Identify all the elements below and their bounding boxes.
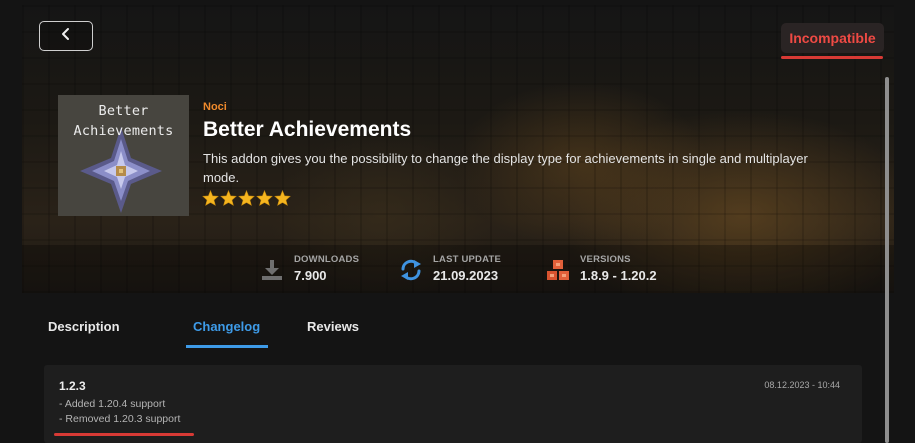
stat-downloads: DOWNLOADS 7.900 xyxy=(260,254,359,283)
changelog-date: 08.12.2023 - 10:44 xyxy=(764,380,840,390)
addon-details-panel: Incompatible Better Achievements Noci Be… xyxy=(22,5,894,443)
last-update-label: LAST UPDATE xyxy=(433,254,501,265)
scrollbar[interactable] xyxy=(885,77,889,443)
download-icon xyxy=(260,258,284,282)
addon-description: This addon gives you the possibility to … xyxy=(203,151,808,185)
addon-thumbnail: Better Achievements xyxy=(58,95,189,216)
changelog-entry: 1.2.3 08.12.2023 - 10:44 - Added 1.20.4 … xyxy=(44,365,862,443)
star-icon xyxy=(238,190,255,206)
star-icon xyxy=(256,190,273,206)
tab-reviews[interactable]: Reviews xyxy=(307,319,359,334)
downloads-label: DOWNLOADS xyxy=(294,254,360,265)
tab-description[interactable]: Description xyxy=(48,319,120,334)
rating-stars xyxy=(202,190,291,206)
versions-value: 1.8.9 - 1.20.2 xyxy=(580,268,657,283)
change-highlight-underline xyxy=(54,433,194,436)
refresh-icon xyxy=(399,258,423,282)
status-badge: Incompatible xyxy=(781,23,884,53)
star-icon xyxy=(220,190,237,206)
chevron-left-icon xyxy=(60,27,72,46)
stat-last-update: LAST UPDATE 21.09.2023 xyxy=(399,254,501,283)
thumbnail-title-line-1: Better xyxy=(98,103,149,119)
blocks-icon xyxy=(546,258,570,282)
addon-author[interactable]: Noci xyxy=(203,101,227,113)
status-highlight-underline xyxy=(781,56,883,59)
changelog-version: 1.2.3 xyxy=(59,379,86,393)
back-button[interactable] xyxy=(39,21,93,51)
star-icon xyxy=(202,190,219,206)
thumbnail-title: Better Achievements xyxy=(58,101,189,141)
tab-changelog[interactable]: Changelog xyxy=(193,319,260,334)
downloads-value: 7.900 xyxy=(294,268,327,283)
last-update-value: 21.09.2023 xyxy=(433,268,499,283)
star-icon xyxy=(274,190,291,206)
active-tab-indicator xyxy=(186,345,268,348)
thumbnail-title-line-2: Achievements xyxy=(73,123,174,139)
stat-versions: VERSIONS 1.8.9 - 1.20.2 xyxy=(546,254,657,283)
changelog-change-item: - Added 1.20.4 support xyxy=(59,398,166,410)
versions-label: VERSIONS xyxy=(580,254,631,265)
addon-title: Better Achievements xyxy=(203,118,412,141)
changelog-change-item: - Removed 1.20.3 support xyxy=(59,413,181,425)
